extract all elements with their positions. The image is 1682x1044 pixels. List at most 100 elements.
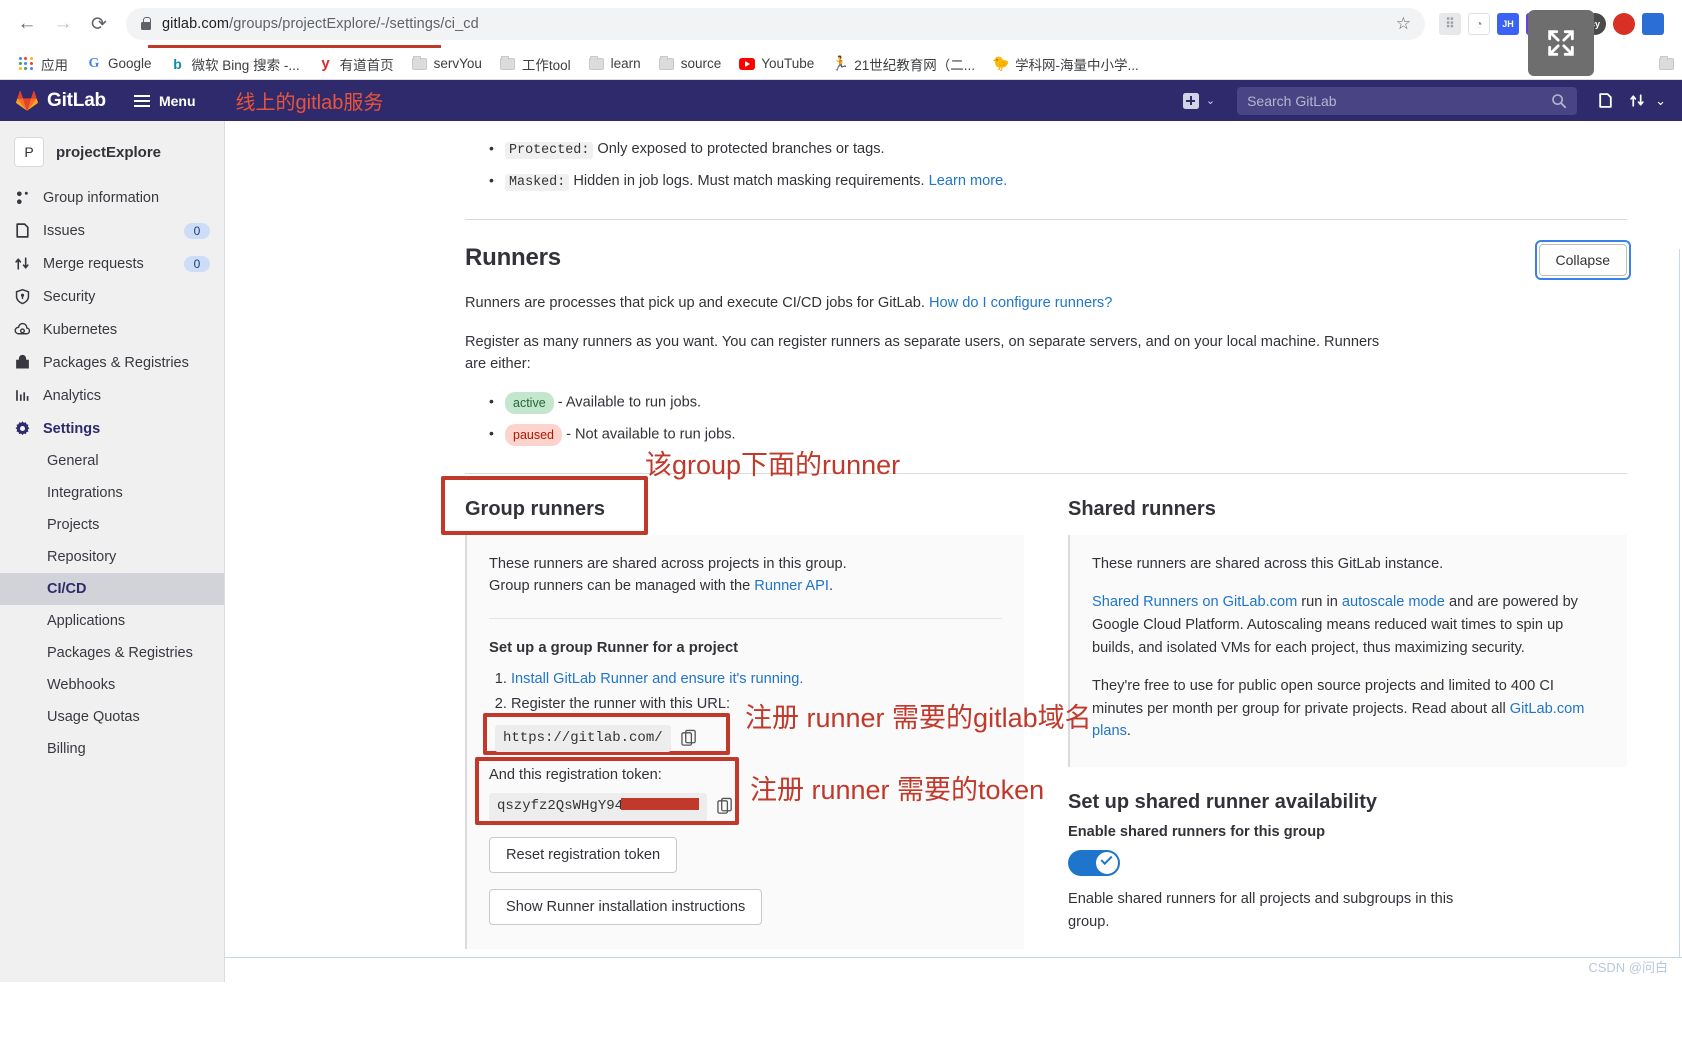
forward-arrow-icon[interactable]: → (48, 9, 78, 39)
status-badge-paused: paused (505, 424, 563, 447)
analytics-icon (14, 387, 31, 404)
protected-code-label: Protected: (505, 142, 594, 159)
sidebar-subitem-general[interactable]: General (0, 445, 224, 477)
site-icon: 🏃 (831, 55, 849, 71)
sidebar-subitem-ci-cd[interactable]: CI/CD (0, 573, 224, 605)
search-input[interactable]: Search GitLab (1237, 86, 1578, 115)
youdao-icon: y (321, 55, 330, 72)
shared-runners-description: These runners are shared across this Git… (1092, 555, 1444, 572)
copy-to-clipboard-icon[interactable] (717, 797, 734, 816)
p2-mid: run in (1297, 594, 1342, 611)
sidebar-subitem-applications[interactable]: Applications (0, 605, 224, 637)
enable-shared-runners-toggle[interactable] (1068, 850, 1120, 877)
url-domain: gitlab.com (162, 16, 230, 32)
shared-runners-gitlab-link[interactable]: Shared Runners on GitLab.com (1092, 594, 1297, 610)
sidebar-subitem-webhooks[interactable]: Webhooks (0, 669, 224, 701)
bookmark-21cnjy[interactable]: 🏃 21世纪教育网（二... (823, 50, 984, 78)
extension-icon-blue[interactable] (1642, 13, 1664, 35)
copy-to-clipboard-icon[interactable] (680, 729, 698, 748)
gitlab-logo-link[interactable]: GitLab (10, 90, 118, 112)
sidebar-subitem-billing[interactable]: Billing (0, 733, 224, 765)
page-bottom-border (225, 957, 1682, 958)
install-runner-link[interactable]: Install GitLab Runner and ensure it's ru… (511, 671, 803, 687)
sidebar-item-merge-requests[interactable]: Merge requests 0 (0, 247, 224, 280)
address-bar[interactable]: gitlab.com/groups/projectExplore/-/setti… (126, 8, 1425, 40)
site-icon: 🐤 (992, 55, 1010, 71)
sidebar-subitem-usage-quotas[interactable]: Usage Quotas (0, 701, 224, 733)
shield-icon (14, 288, 31, 305)
annotation-gitlab-domain: 注册 runner 需要的gitlab域名 (745, 703, 1092, 733)
bookmark-youdao[interactable]: y 有道首页 (309, 50, 403, 78)
main-menu-label: Menu (158, 92, 196, 109)
runner-url-row: https://gitlab.com/ (495, 724, 698, 753)
user-menu-chevron-icon[interactable]: ⌄ (1655, 93, 1666, 109)
sidebar-item-security[interactable]: Security (0, 280, 224, 313)
bookmark-star-icon[interactable]: ☆ (1386, 14, 1411, 34)
folder-icon (500, 55, 516, 72)
group-runners-description: These runners are shared across projects… (489, 555, 847, 595)
sidebar-item-label: Settings (43, 420, 101, 437)
bookmark-xkw[interactable]: 🐤 学科网-海量中小学... (984, 50, 1148, 78)
runner-api-link[interactable]: Runner API (754, 578, 829, 594)
plus-square-icon (1182, 92, 1199, 109)
sidebar-subitem-integrations[interactable]: Integrations (0, 477, 224, 509)
gear-icon (14, 420, 31, 437)
search-icon (1552, 93, 1567, 108)
extension-icon-1[interactable]: ⠿ (1439, 13, 1461, 35)
desc-line-1: These runners are shared across projects… (489, 555, 847, 572)
bookmarks-overflow[interactable] (1658, 55, 1674, 72)
autoscale-mode-link[interactable]: autoscale mode (1342, 594, 1445, 610)
focus-outline (1534, 240, 1631, 281)
bookmark-bing[interactable]: b 微软 Bing 搜索 -... (161, 50, 309, 78)
sidebar-subitem-packages-registries[interactable]: Packages & Registries (0, 637, 224, 669)
merge-requests-shortcut-button[interactable] (1623, 87, 1651, 115)
bookmark-apps[interactable]: 应用 (10, 50, 77, 78)
sidebar-subitem-projects[interactable]: Projects (0, 509, 224, 541)
shared-runner-availability-heading: Set up shared runner availability (1068, 791, 1377, 814)
sidebar-item-kubernetes[interactable]: Kubernetes (0, 313, 224, 346)
learn-more-link[interactable]: Learn more. (929, 173, 1008, 189)
sidebar-item-settings[interactable]: Settings (0, 412, 224, 445)
sidebar-item-issues[interactable]: Issues 0 (0, 214, 224, 247)
sidebar-item-analytics[interactable]: Analytics (0, 379, 224, 412)
bookmark-worktool[interactable]: 工作tool (491, 50, 580, 78)
page-right-border (1679, 249, 1680, 958)
extension-icon-record[interactable] (1613, 13, 1635, 35)
extension-icon-2[interactable]: ◔ (1468, 13, 1490, 35)
collapse-button[interactable]: Collapse (1534, 240, 1631, 281)
group-header[interactable]: P projectExplore (0, 129, 224, 181)
runner-url-value: https://gitlab.com/ (495, 724, 671, 753)
sidebar-subitem-repository[interactable]: Repository (0, 541, 224, 573)
reload-icon[interactable]: ⟳ (84, 9, 114, 39)
bookmark-youtube[interactable]: YouTube (730, 52, 823, 76)
sidebar-item-label: Kubernetes (43, 321, 118, 338)
bookmark-learn[interactable]: learn (580, 52, 650, 76)
enable-shared-runners-description: Enable shared runners for all projects a… (1068, 891, 1454, 930)
sidebar-item-group-information[interactable]: Group information (0, 181, 224, 214)
apps-grid-icon (19, 56, 35, 72)
kubernetes-icon (14, 321, 31, 338)
fullscreen-toggle-overlay[interactable] (1528, 10, 1594, 76)
gitlab-brand-text: GitLab (47, 89, 106, 111)
show-runner-installation-instructions-button[interactable]: Show Runner installation instructions (489, 888, 763, 925)
sidebar-item-label: Analytics (43, 387, 102, 404)
bookmark-google[interactable]: G Google (77, 52, 161, 76)
back-arrow-icon[interactable]: ← (12, 9, 42, 39)
bookmark-source[interactable]: source (650, 52, 731, 76)
main-menu-button[interactable]: Menu (133, 92, 196, 109)
extension-icon-jh[interactable]: JH (1497, 13, 1519, 35)
folder-icon (1658, 55, 1674, 72)
sidebar-item-packages-registries[interactable]: Packages & Registries (0, 346, 224, 379)
issues-shortcut-button[interactable] (1591, 87, 1619, 115)
browser-toolbar: ← → ⟳ gitlab.com/groups/projectExplore/-… (0, 0, 1682, 48)
bookmark-servyou[interactable]: servYou (403, 52, 491, 76)
registration-token-value: qszyfz2QsWHgY94 (489, 792, 708, 821)
variable-type-list: Protected: Only exposed to protected bra… (489, 138, 1627, 193)
annotation-highlight-box (441, 475, 648, 535)
sidebar-item-label: Security (43, 288, 96, 305)
create-new-button[interactable]: ⌄ (1175, 89, 1223, 113)
reset-registration-token-button[interactable]: Reset registration token (489, 836, 678, 873)
configure-runners-link[interactable]: How do I configure runners? (929, 295, 1112, 311)
sidebar-item-label: Merge requests (43, 255, 144, 272)
bookmark-label: 工作tool (521, 57, 571, 73)
